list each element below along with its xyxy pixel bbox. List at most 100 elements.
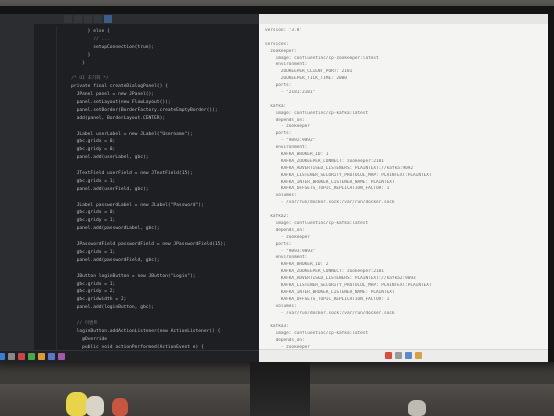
- text-document-panel[interactable]: version: '3.8' services: zookeeper: image…: [259, 14, 548, 362]
- code-line[interactable]: [60, 123, 257, 131]
- sidebar-item[interactable]: [0, 53, 32, 59]
- document-line: KAFKA_LISTENER_SECURITY_PROTOCOL_MAP: PL…: [265, 172, 432, 178]
- sidebar-item[interactable]: [0, 35, 32, 41]
- code-line[interactable]: gbc.gridx = 1;: [60, 249, 257, 257]
- code-line[interactable]: }: [60, 60, 257, 68]
- code-line[interactable]: add(panel, BorderLayout.CENTER);: [60, 115, 257, 123]
- code-line[interactable]: gbc.gridwidth = 2;: [60, 296, 257, 304]
- code-line[interactable]: gbc.gridy = 2;: [60, 288, 257, 296]
- code-line[interactable]: // ...: [60, 36, 257, 44]
- code-line[interactable]: }: [60, 52, 257, 60]
- document-line: KAFKA_INTER_BROKER_LISTENER_NAME: PLAINT…: [265, 179, 395, 185]
- document-line: KAFKA_ZOOKEEPER_CONNECT: zookeeper:2181: [265, 269, 384, 275]
- code-line[interactable]: [60, 67, 257, 75]
- document-line: image: confluentinc/cp-zookeeper:latest: [265, 55, 379, 61]
- sidebar-item[interactable]: [0, 152, 32, 158]
- code-line[interactable]: private final createDialogPanel() {: [60, 83, 257, 91]
- code-line[interactable]: JPanel panel = new JPanel();: [60, 91, 257, 99]
- code-line[interactable]: /* UI 초기화 */: [60, 75, 257, 83]
- document-line: ports:: [265, 131, 292, 137]
- code-line[interactable]: panel.add(userLabel, gbc);: [60, 154, 257, 162]
- sidebar-item[interactable]: [0, 170, 32, 176]
- editor-tab[interactable]: [74, 15, 82, 23]
- sidebar-item[interactable]: [0, 17, 32, 23]
- sidebar-item[interactable]: [0, 179, 32, 185]
- code-line[interactable]: JPasswordField passwordField = new JPass…: [60, 241, 257, 249]
- code-line[interactable]: [60, 162, 257, 170]
- code-line[interactable]: // 이벤트: [60, 320, 257, 328]
- sidebar-item[interactable]: [0, 26, 32, 32]
- code-area[interactable]: } else { // ... setupConnection(true); }…: [60, 28, 257, 362]
- sidebar-item[interactable]: [0, 80, 32, 86]
- code-line[interactable]: JLabel passwordLabel = new JLabel("Passw…: [60, 202, 257, 210]
- document-line: services:: [265, 41, 289, 47]
- document-line: kafka:: [265, 103, 287, 109]
- code-line[interactable]: gbc.gridy = 1;: [60, 217, 257, 225]
- code-line[interactable]: gbc.gridy = 0;: [60, 146, 257, 154]
- code-line[interactable]: JButton loginButton = new JButton("Login…: [60, 273, 257, 281]
- app-icon[interactable]: [415, 352, 422, 359]
- app-icon[interactable]: [48, 353, 55, 360]
- monitor: } else { // ... setupConnection(true); }…: [0, 6, 554, 362]
- code-line[interactable]: JTextField userField = new JTextField(15…: [60, 170, 257, 178]
- sidebar-item[interactable]: [0, 125, 32, 131]
- document-line: - /var/run/docker.sock:/var/run/docker.s…: [265, 200, 395, 206]
- document-line: KAFKA_LISTENER_SECURITY_PROTOCOL_MAP: PL…: [265, 282, 432, 288]
- document-line: - zookeeper: [265, 124, 310, 130]
- app-icon[interactable]: [28, 353, 35, 360]
- sidebar-item[interactable]: [0, 71, 32, 77]
- code-line[interactable]: panel.add(passwordLabel, gbc);: [60, 225, 257, 233]
- editor-tab[interactable]: [64, 15, 72, 23]
- sidebar-item[interactable]: [0, 44, 32, 50]
- sidebar-item[interactable]: [0, 134, 32, 140]
- app-icon[interactable]: [385, 352, 392, 359]
- sidebar-item[interactable]: [0, 62, 32, 68]
- code-line[interactable]: loginButton.addActionListener(new Action…: [60, 328, 257, 336]
- editor-tab[interactable]: [94, 15, 102, 23]
- code-line[interactable]: panel.add(userField, gbc);: [60, 186, 257, 194]
- code-line[interactable]: gbc.gridx = 0;: [60, 209, 257, 217]
- app-icon[interactable]: [58, 353, 65, 360]
- code-line[interactable]: gbc.gridx = 1;: [60, 281, 257, 289]
- sidebar-item[interactable]: [0, 107, 32, 113]
- panel-title: [259, 14, 548, 24]
- code-line[interactable]: panel.setLayout(new FlowLayout());: [60, 99, 257, 107]
- sidebar-item[interactable]: [0, 98, 32, 104]
- code-line[interactable]: gbc.gridx = 1;: [60, 178, 257, 186]
- code-line[interactable]: panel.add(passwordField, gbc);: [60, 257, 257, 265]
- code-line[interactable]: panel.setBorder(BorderFactory.createEmpt…: [60, 107, 257, 115]
- app-icon[interactable]: [395, 352, 402, 359]
- code-line[interactable]: JLabel userLabel = new JLabel("Username"…: [60, 131, 257, 139]
- app-icon[interactable]: [8, 353, 15, 360]
- start-icon[interactable]: [0, 353, 5, 360]
- code-line[interactable]: [60, 265, 257, 273]
- document-line: - "9093:9093": [265, 248, 316, 254]
- app-icon[interactable]: [38, 353, 45, 360]
- figurine: [408, 400, 426, 416]
- code-editor[interactable]: } else { // ... setupConnection(true); }…: [34, 14, 259, 362]
- editor-tab[interactable]: [84, 15, 92, 23]
- code-line[interactable]: @Override: [60, 336, 257, 344]
- document-line: volumes:: [265, 193, 297, 199]
- app-icon[interactable]: [405, 352, 412, 359]
- code-line[interactable]: [60, 194, 257, 202]
- code-line[interactable]: [60, 233, 257, 241]
- editor-tab-active[interactable]: [104, 15, 112, 23]
- code-line[interactable]: } else {: [60, 28, 257, 36]
- sidebar-item[interactable]: [0, 89, 32, 95]
- code-line[interactable]: gbc.gridx = 0;: [60, 138, 257, 146]
- code-line[interactable]: setupConnection(true);: [60, 44, 257, 52]
- sidebar-item[interactable]: [0, 197, 32, 203]
- document-line: depends_on:: [265, 117, 305, 123]
- document-line: KAFKA_OFFSETS_TOPIC_REPLICATION_FACTOR: …: [265, 186, 390, 192]
- code-line[interactable]: panel.add(loginButton, gbc);: [60, 304, 257, 312]
- document-line: image: confluentinc/cp-kafka:latest: [265, 220, 369, 226]
- sidebar-item[interactable]: [0, 161, 32, 167]
- code-line[interactable]: [60, 312, 257, 320]
- sidebar-item[interactable]: [0, 188, 32, 194]
- sidebar-item[interactable]: [0, 116, 32, 122]
- sidebar-item[interactable]: [0, 143, 32, 149]
- document-line: image: confluentinc/cp-kafka:latest: [265, 331, 369, 337]
- app-icon[interactable]: [18, 353, 25, 360]
